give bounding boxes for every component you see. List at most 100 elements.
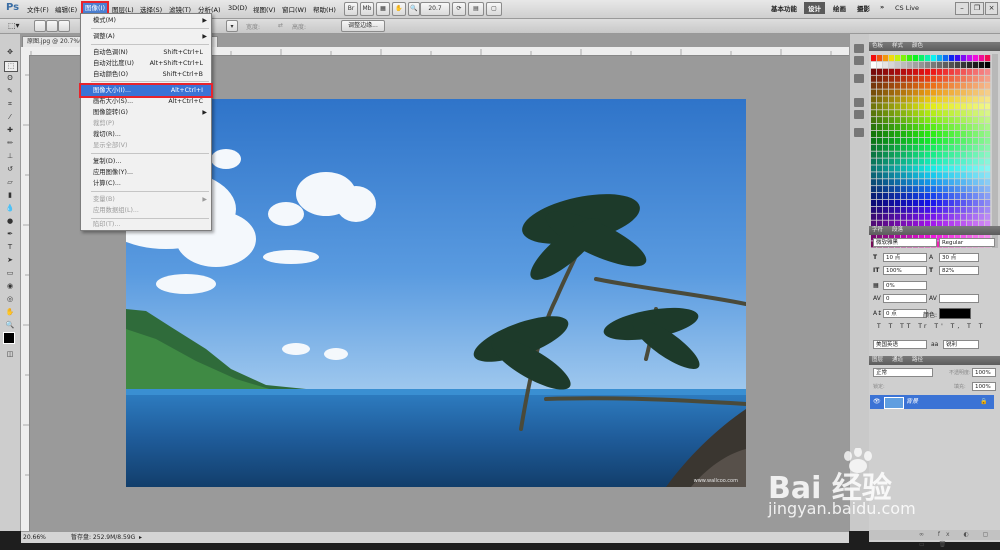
color-swatch[interactable] xyxy=(937,96,943,103)
zoom-level[interactable]: 20.7 xyxy=(420,2,450,16)
color-swatch[interactable] xyxy=(889,179,895,186)
color-swatch[interactable] xyxy=(901,199,907,206)
color-swatch[interactable] xyxy=(961,158,967,165)
color-swatch[interactable] xyxy=(937,158,943,165)
color-swatch[interactable] xyxy=(931,75,937,82)
color-swatch[interactable] xyxy=(943,165,949,172)
color-swatch[interactable] xyxy=(943,199,949,206)
color-swatch[interactable] xyxy=(949,89,955,96)
color-swatch[interactable] xyxy=(985,103,991,110)
color-swatch[interactable] xyxy=(961,68,967,75)
shape-tool-icon[interactable]: ▭ xyxy=(4,269,16,278)
color-swatch[interactable] xyxy=(883,151,889,158)
color-swatch[interactable] xyxy=(973,193,979,200)
color-swatch[interactable] xyxy=(883,103,889,110)
color-swatch[interactable] xyxy=(973,61,979,68)
color-swatch[interactable] xyxy=(883,193,889,200)
color-swatch[interactable] xyxy=(913,68,919,75)
color-swatch[interactable] xyxy=(985,206,991,213)
color-swatch[interactable] xyxy=(925,75,931,82)
color-swatch[interactable] xyxy=(895,110,901,117)
color-swatch[interactable] xyxy=(877,110,883,117)
layer-name[interactable]: 背景 xyxy=(906,395,918,409)
color-swatch[interactable] xyxy=(973,130,979,137)
color-swatch[interactable] xyxy=(877,124,883,131)
color-swatch[interactable] xyxy=(889,68,895,75)
color-swatch[interactable] xyxy=(907,75,913,82)
color-swatch[interactable] xyxy=(883,89,889,96)
color-swatch[interactable] xyxy=(961,144,967,151)
color-swatch[interactable] xyxy=(877,89,883,96)
color-swatch[interactable] xyxy=(967,55,973,62)
color-swatch[interactable] xyxy=(949,75,955,82)
color-swatch[interactable] xyxy=(913,151,919,158)
rotate-view-button[interactable]: ⟳ xyxy=(452,2,466,16)
tracking-field[interactable] xyxy=(939,294,979,303)
color-swatch[interactable] xyxy=(907,144,913,151)
restore-icon[interactable]: ❐ xyxy=(970,2,984,15)
color-swatch[interactable] xyxy=(889,75,895,82)
color-swatch[interactable] xyxy=(907,158,913,165)
color-swatch[interactable] xyxy=(949,103,955,110)
color-swatch[interactable] xyxy=(871,165,877,172)
color-swatch[interactable] xyxy=(985,124,991,131)
color-swatch[interactable] xyxy=(955,103,961,110)
color-swatch[interactable] xyxy=(949,61,955,68)
color-swatch[interactable] xyxy=(979,89,985,96)
color-swatch[interactable] xyxy=(979,144,985,151)
color-swatch[interactable] xyxy=(877,130,883,137)
color-swatch[interactable] xyxy=(883,165,889,172)
color-swatch[interactable] xyxy=(985,199,991,206)
color-swatch[interactable] xyxy=(889,124,895,131)
color-swatch[interactable] xyxy=(937,213,943,220)
color-swatch[interactable] xyxy=(943,110,949,117)
color-swatch[interactable] xyxy=(985,172,991,179)
color-swatch[interactable] xyxy=(949,137,955,144)
color-swatch[interactable] xyxy=(907,151,913,158)
color-swatch[interactable] xyxy=(901,165,907,172)
color-swatch[interactable] xyxy=(955,55,961,62)
color-swatch[interactable] xyxy=(919,144,925,151)
color-swatch[interactable] xyxy=(931,172,937,179)
color-swatch[interactable] xyxy=(883,82,889,89)
color-swatch[interactable] xyxy=(925,206,931,213)
color-swatch[interactable] xyxy=(985,61,991,68)
color-swatch[interactable] xyxy=(985,110,991,117)
color-swatch[interactable] xyxy=(973,103,979,110)
hand-button[interactable]: ✋ xyxy=(392,2,406,16)
color-swatch[interactable] xyxy=(955,124,961,131)
menu-item-variables[interactable]: 变量(B) ▶ xyxy=(81,194,211,205)
document-canvas-photo[interactable]: www.wallcoo.com xyxy=(126,99,746,487)
color-swatch[interactable] xyxy=(919,103,925,110)
color-swatch[interactable] xyxy=(907,89,913,96)
color-swatch[interactable] xyxy=(919,117,925,124)
color-swatch[interactable] xyxy=(889,199,895,206)
color-swatch[interactable] xyxy=(871,89,877,96)
color-swatch[interactable] xyxy=(949,144,955,151)
color-swatch[interactable] xyxy=(973,89,979,96)
color-swatch[interactable] xyxy=(907,186,913,193)
color-swatch[interactable] xyxy=(949,186,955,193)
color-swatch[interactable] xyxy=(967,179,973,186)
color-swatch[interactable] xyxy=(895,213,901,220)
color-swatch[interactable] xyxy=(907,61,913,68)
color-swatch[interactable] xyxy=(979,137,985,144)
color-swatch[interactable] xyxy=(973,151,979,158)
color-swatch[interactable] xyxy=(979,158,985,165)
workspace-painting[interactable]: 绘画 xyxy=(833,3,846,13)
color-swatch[interactable] xyxy=(943,179,949,186)
color-swatch[interactable] xyxy=(889,89,895,96)
color-swatch[interactable] xyxy=(931,151,937,158)
zoom-button[interactable]: 🔍 xyxy=(408,2,420,16)
color-swatch[interactable] xyxy=(907,165,913,172)
color-swatch[interactable] xyxy=(889,186,895,193)
color-swatch[interactable] xyxy=(985,75,991,82)
color-swatch[interactable] xyxy=(931,103,937,110)
color-swatch[interactable] xyxy=(877,68,883,75)
color-swatch[interactable] xyxy=(901,96,907,103)
color-swatch[interactable] xyxy=(943,55,949,62)
color-swatch[interactable] xyxy=(949,158,955,165)
color-swatch[interactable] xyxy=(943,172,949,179)
color-swatch[interactable] xyxy=(979,151,985,158)
color-swatch[interactable] xyxy=(931,89,937,96)
